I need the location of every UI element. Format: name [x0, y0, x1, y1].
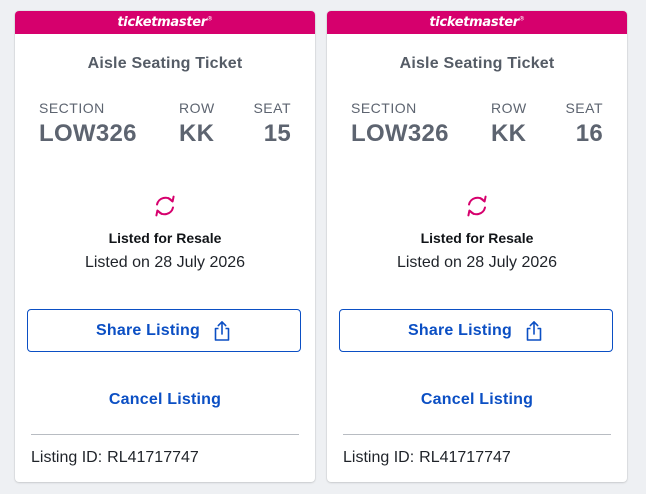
ticketmaster-logo: ticketmaster®	[429, 15, 525, 30]
seat-value: 16	[575, 120, 603, 147]
brand-header: ticketmaster®	[15, 11, 315, 34]
ticket-card: ticketmaster® Aisle Seating Ticket SECTI…	[15, 11, 315, 482]
seat-number-info: SEAT 16	[565, 100, 603, 149]
refresh-arrows-icon	[467, 195, 487, 217]
row-info: ROW KK	[491, 100, 527, 149]
row-value: KK	[491, 120, 527, 147]
listing-id: Listing ID: RL41717747	[31, 449, 199, 467]
row-value: KK	[179, 120, 215, 147]
section-value: LOW326	[39, 120, 137, 147]
share-listing-label: Share Listing	[96, 321, 200, 339]
seat-value: 15	[263, 120, 291, 147]
share-listing-label: Share Listing	[408, 321, 512, 339]
listing-id-value: RL41717747	[107, 449, 199, 466]
ticketmaster-logo: ticketmaster®	[117, 15, 213, 30]
listed-date: Listed on 28 July 2026	[396, 254, 558, 271]
share-listing-button[interactable]: Share Listing	[27, 309, 301, 352]
seat-label: SEAT	[253, 100, 291, 116]
seat-label: SEAT	[565, 100, 603, 116]
brand-header: ticketmaster®	[327, 11, 627, 34]
section-info: SECTION LOW326	[39, 100, 137, 149]
ticket-type-title: Aisle Seating Ticket	[399, 55, 555, 72]
share-upload-icon	[214, 320, 230, 341]
section-label: SECTION	[351, 100, 417, 116]
listing-id-label: Listing ID:	[31, 449, 103, 466]
row-label: ROW	[491, 100, 527, 116]
row-label: ROW	[179, 100, 215, 116]
divider	[31, 434, 299, 435]
seat-info: SECTION LOW326 ROW KK SEAT 15	[39, 100, 291, 150]
ticket-type-title: Aisle Seating Ticket	[87, 55, 243, 72]
seat-number-info: SEAT 15	[253, 100, 291, 149]
share-upload-icon	[526, 320, 542, 341]
listing-id-value: RL41717747	[419, 449, 511, 466]
section-info: SECTION LOW326	[351, 100, 449, 149]
seat-info: SECTION LOW326 ROW KK SEAT 16	[351, 100, 603, 150]
refresh-arrows-icon	[155, 195, 175, 217]
listing-id-label: Listing ID:	[343, 449, 415, 466]
listing-id: Listing ID: RL41717747	[343, 449, 511, 467]
cancel-listing-link[interactable]: Cancel Listing	[15, 391, 315, 409]
share-listing-button[interactable]: Share Listing	[339, 309, 613, 352]
divider	[343, 434, 611, 435]
resale-status: Listed for Resale	[108, 230, 222, 246]
ticket-card: ticketmaster® Aisle Seating Ticket SECTI…	[327, 11, 627, 482]
cancel-listing-link[interactable]: Cancel Listing	[327, 391, 627, 409]
listed-date: Listed on 28 July 2026	[84, 254, 246, 271]
section-value: LOW326	[351, 120, 449, 147]
section-label: SECTION	[39, 100, 105, 116]
row-info: ROW KK	[179, 100, 215, 149]
resale-status: Listed for Resale	[420, 230, 534, 246]
